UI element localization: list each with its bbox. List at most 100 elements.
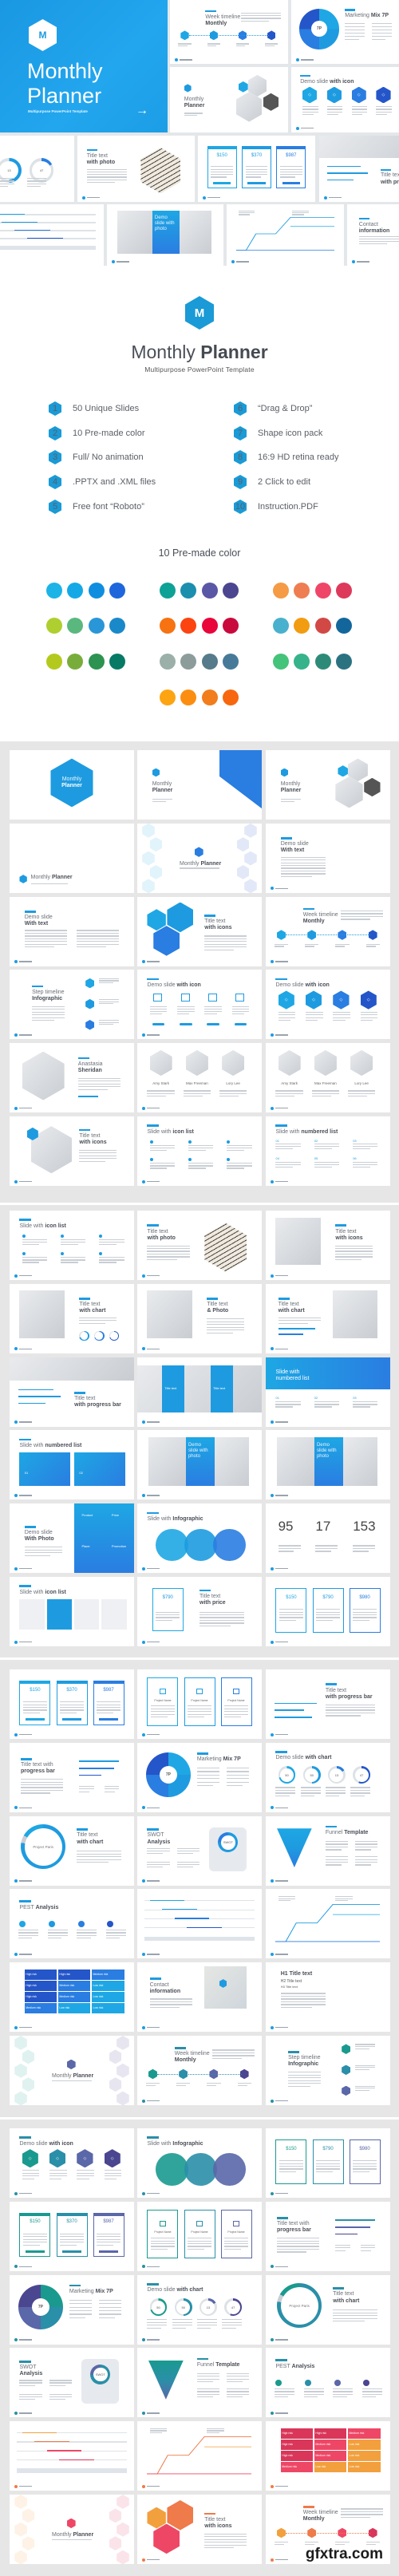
slide-thumbnail[interactable]: Title text with chart: [10, 1283, 134, 1353]
slide-thumbnail[interactable]: [137, 1889, 262, 1959]
text-line: [184, 114, 198, 117]
slide-label: $150: [30, 2219, 41, 2225]
slide-thumbnail[interactable]: [227, 204, 344, 266]
slide-footer: [142, 1274, 160, 1278]
slide-thumbnail[interactable]: Monthly Planner: [10, 2495, 134, 2564]
slide-thumbnail[interactable]: Step timeline Infographic: [10, 970, 134, 1040]
slide-thumbnail[interactable]: Funnel Template: [137, 2348, 262, 2418]
slide-thumbnail[interactable]: [266, 1889, 390, 1959]
slide-thumbnail[interactable]: Title text with chart: [266, 1283, 390, 1353]
slide-thumbnail[interactable]: Monthly Planner: [266, 750, 390, 820]
slide-thumbnail[interactable]: $150 $790 $980: [266, 1577, 390, 1646]
slide-label: Medium risk: [349, 2432, 365, 2436]
list-icon: [99, 1252, 103, 1256]
text-line: [279, 2165, 303, 2167]
slide-thumbnail[interactable]: Demo slide with icon: [137, 970, 262, 1040]
slide-thumbnail[interactable]: H1 Title text H2 Title text H3 Title text: [266, 1962, 390, 2033]
slide-thumbnail[interactable]: Slide with Infographic: [137, 1503, 262, 1574]
slide-thumbnail[interactable]: Contact information: [347, 204, 399, 266]
text-line: [326, 111, 343, 113]
slide-thumbnail[interactable]: Title text & Photo: [137, 1283, 262, 1353]
slide-thumbnail[interactable]: Slide with numbered list 01 02 03 04 05 06: [266, 1116, 390, 1186]
slide-thumbnail[interactable]: Title text with photo: [77, 136, 195, 202]
slide-thumbnail[interactable]: Slide with Infographic: [137, 2128, 262, 2198]
slide-thumbnail[interactable]: Title text with progress bar: [266, 1669, 390, 1739]
slide-thumbnail[interactable]: Monthly Planner: [10, 750, 134, 820]
slide-thumbnail[interactable]: Demo slide with chart 50 50 13 47: [266, 1742, 390, 1812]
slide-thumbnail[interactable]: PEST Analysis: [266, 2348, 390, 2418]
slide-thumbnail[interactable]: Slide with icon list: [137, 1116, 262, 1186]
slide-thumbnail[interactable]: SWOT Analysis SWOT: [10, 2348, 134, 2418]
slide-thumbnail[interactable]: Demo slide With text: [10, 896, 134, 966]
slide-thumbnail[interactable]: Demo slide with photo: [266, 1430, 390, 1500]
slide-thumbnail[interactable]: Project Name Project Name Project Name: [137, 2201, 262, 2271]
slide-thumbnail[interactable]: PEST Analysis: [10, 1889, 134, 1959]
slide-thumbnail[interactable]: 7P Marketing Mix 7P: [291, 0, 399, 64]
slide-thumbnail[interactable]: Project Name Project Name Project Name: [137, 1669, 262, 1739]
slide-thumbnail[interactable]: Title tex with pro: [319, 136, 399, 202]
slide-thumbnail[interactable]: [10, 2421, 134, 2491]
slide-thumbnail[interactable]: Monthly Planner: [10, 2036, 134, 2105]
feature-number: 3: [52, 452, 58, 462]
slide-thumbnail[interactable]: Title text with progress bar: [266, 2201, 390, 2271]
slide-thumbnail[interactable]: Week timeline Monthly: [137, 2036, 262, 2105]
slide-thumbnail[interactable]: 95 17 153: [266, 1503, 390, 1574]
title-light: Marketing: [69, 2288, 94, 2294]
slide-thumbnail[interactable]: Funnel Template: [266, 1815, 390, 1886]
slide-thumbnail[interactable]: $790 Title text with price: [137, 1577, 262, 1646]
slide-thumbnail[interactable]: Title text with icons: [137, 2495, 262, 2564]
slide-thumbnail[interactable]: High risk High risk Medium risk High risk Me…: [10, 1962, 134, 2033]
slide-thumbnail[interactable]: 7P Marketing Mix 7P: [137, 1742, 262, 1812]
slide-thumbnail[interactable]: Title text with icons: [137, 896, 262, 966]
text-line: [355, 2068, 369, 2070]
slide-thumbnail[interactable]: SWOT Analysis SWOT: [137, 1815, 262, 1886]
slide-thumbnail[interactable]: Demo slide with photo: [137, 1430, 262, 1500]
slide-thumbnail[interactable]: $150 $370 $987: [10, 1669, 134, 1739]
slide-thumbnail[interactable]: $150 $370 $987: [198, 136, 315, 202]
slide-thumbnail[interactable]: Amy Stark Max Freeman Lory Lee: [137, 1043, 262, 1113]
slide-thumbnail[interactable]: Amy Stark Max Freeman Lory Lee: [266, 1043, 390, 1113]
slide-thumbnail[interactable]: Demo slide with chart 50 50 13 47: [137, 2274, 262, 2345]
slide-thumbnail[interactable]: Week timeline Monthly: [266, 896, 390, 966]
slide-thumbnail[interactable]: 7P Marketing Mix 7P: [10, 2274, 134, 2345]
footer-text: [328, 196, 342, 199]
slide-thumbnail[interactable]: Title text with progress bar: [10, 1357, 134, 1427]
slide-thumbnail[interactable]: Contact information: [137, 1962, 262, 2033]
slide-thumbnail[interactable]: Demo slide with icon ◇ ◇ ◇ ◇: [266, 970, 390, 1040]
slide-thumbnail[interactable]: th chart501347: [0, 136, 74, 202]
slide-thumbnail[interactable]: $150 $370 $987: [10, 2201, 134, 2271]
text-line: [99, 1020, 120, 1021]
slide-thumbnail[interactable]: Title text with icons: [10, 1116, 134, 1186]
slide-thumbnail[interactable]: Slide with numbered list 01 02 03: [266, 1357, 390, 1427]
slide-thumbnail[interactable]: Demo slide with icon ◇ ◇ ◇ ◇: [291, 67, 399, 132]
slide-thumbnail[interactable]: Project Paris Title text with chart: [10, 1815, 134, 1886]
slide-thumbnail[interactable]: Title text with icons: [266, 1211, 390, 1280]
hex-shape: [22, 2536, 35, 2551]
slide-thumbnail[interactable]: Title text with photo: [137, 1211, 262, 1280]
slide-thumbnail[interactable]: Title text Title text: [137, 1357, 262, 1427]
slide-thumbnail[interactable]: Slide with icon list: [10, 1577, 134, 1646]
slide-thumbnail[interactable]: [0, 204, 104, 266]
text-line: [196, 2373, 219, 2374]
slide-thumbnail[interactable]: Demo slide With text: [266, 823, 390, 893]
footer-logo-icon: [271, 1179, 275, 1183]
slide-thumbnail[interactable]: Monthly Planner: [10, 823, 134, 893]
slide-thumbnail[interactable]: Project Paris Title text with chart: [266, 2274, 390, 2345]
slide-label: Promotion: [111, 1543, 127, 1548]
slide-thumbnail[interactable]: Step timeline Infographic: [266, 2036, 390, 2105]
slide-thumbnail[interactable]: Monthly Planner: [170, 67, 288, 132]
slide-thumbnail[interactable]: Week timeline Monthly: [170, 0, 288, 64]
slide-thumbnail[interactable]: Demo slide with icon ◇ ◇ ◇ ◇: [10, 2128, 134, 2198]
slide-thumbnail[interactable]: Slide with numbered list 01 02: [10, 1430, 134, 1500]
text-line: [49, 2398, 65, 2400]
slide-thumbnail[interactable]: Monthly Planner: [137, 750, 262, 820]
slide-thumbnail[interactable]: Demo slide with photo: [107, 204, 223, 266]
slide-thumbnail[interactable]: Demo slide With Photo Product Price Place Pr…: [10, 1503, 134, 1574]
slide-thumbnail[interactable]: Anastasia Sheridan: [10, 1043, 134, 1113]
slide-thumbnail[interactable]: High risk High risk Medium risk High risk Me…: [266, 2421, 390, 2491]
slide-thumbnail[interactable]: Monthly Planner: [137, 823, 262, 893]
slide-thumbnail[interactable]: Title text with progress bar: [10, 1742, 134, 1812]
slide-thumbnail[interactable]: $150 $790 $980: [266, 2128, 390, 2198]
slide-thumbnail[interactable]: Slide with icon list: [10, 1211, 134, 1280]
slide-thumbnail[interactable]: [137, 2421, 262, 2491]
